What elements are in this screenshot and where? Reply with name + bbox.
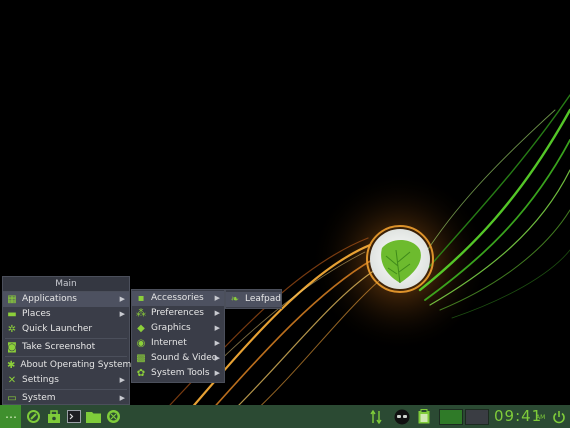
- menu-item-label: System Tools: [151, 368, 210, 378]
- menu-item-label: Internet: [151, 338, 187, 348]
- submenu-arrow-icon: ▶: [119, 376, 125, 384]
- menu-item-preferences[interactable]: ⁂ Preferences ▶: [132, 306, 224, 321]
- monitor-indicator[interactable]: [393, 408, 411, 425]
- file-manager-icon: [86, 412, 101, 423]
- accessories-icon: ▪: [137, 292, 145, 304]
- submenu-arrow-icon: ▶: [214, 369, 220, 377]
- submenu-arrow-icon: ▶: [214, 294, 220, 302]
- clipboard-indicator[interactable]: [416, 408, 432, 425]
- menu-item-sound-video[interactable]: ▩ Sound & Video ▶: [132, 351, 224, 366]
- menu-item-label: Settings: [22, 375, 59, 385]
- start-menu-button[interactable]: ⋯: [0, 405, 21, 428]
- menu-item-label: About Operating System: [20, 360, 132, 370]
- menu-item-leafpad[interactable]: ❧ Leafpad: [226, 292, 281, 307]
- browser-icon: [27, 410, 40, 423]
- menu-item-internet[interactable]: ◉ Internet ▶: [132, 336, 224, 351]
- applications-submenu: ▪ Accessories ▶ ⁂ Preferences ▶ ◆ Graphi…: [131, 289, 225, 383]
- main-menu: Main ▦ Applications ▶ ▬ Places ▶ ✲ Quick…: [2, 276, 132, 406]
- clipboard-icon: [418, 409, 430, 424]
- menu-item-accessories[interactable]: ▪ Accessories ▶: [132, 291, 224, 306]
- menu-item-label: Accessories: [151, 293, 204, 303]
- workspace-1[interactable]: [439, 409, 463, 425]
- menu-item-system-tools[interactable]: ✿ System Tools ▶: [132, 366, 224, 381]
- settings-app-launcher[interactable]: [105, 408, 122, 425]
- power-icon: [552, 410, 565, 423]
- network-arrows-icon: [370, 409, 382, 424]
- menu-separator: [5, 338, 127, 339]
- submenu-arrow-icon: ▶: [119, 295, 125, 303]
- browser-launcher[interactable]: [25, 408, 42, 425]
- submenu-arrow-icon: ▶: [119, 310, 125, 318]
- power-button[interactable]: [550, 408, 567, 425]
- menu-item-quick-launcher[interactable]: ✲ Quick Launcher: [3, 322, 129, 337]
- terminal-launcher[interactable]: [65, 408, 82, 425]
- menu-item-label: Preferences: [151, 308, 204, 318]
- menu-item-take-screenshot[interactable]: ◙ Take Screenshot: [3, 340, 129, 355]
- preferences-icon: ⁂: [136, 307, 146, 319]
- terminal-icon: [66, 410, 81, 423]
- places-folder-icon: ▬: [7, 308, 17, 320]
- menu-item-about-os[interactable]: ✱ About Operating System: [3, 358, 132, 373]
- submenu-arrow-icon: ▶: [214, 354, 220, 362]
- system-tools-icon: ✿: [136, 367, 146, 379]
- menu-item-label: Take Screenshot: [22, 342, 96, 352]
- software-center-icon: [47, 409, 60, 423]
- file-manager-launcher[interactable]: [85, 408, 102, 425]
- network-indicator[interactable]: [368, 408, 384, 425]
- menu-item-graphics[interactable]: ◆ Graphics ▶: [132, 321, 224, 336]
- submenu-arrow-icon: ▶: [214, 324, 220, 332]
- workspace-2[interactable]: [465, 409, 489, 425]
- taskbar: ⋯ 09:41 AM: [0, 405, 570, 428]
- menu-item-system[interactable]: ▭ System ▶: [3, 391, 129, 406]
- menu-item-label: System: [22, 393, 56, 403]
- desktop: Main ▦ Applications ▶ ▬ Places ▶ ✲ Quick…: [0, 0, 570, 428]
- submenu-arrow-icon: ▶: [214, 339, 220, 347]
- menu-item-label: Graphics: [151, 323, 191, 333]
- internet-icon: ◉: [136, 337, 146, 349]
- sound-video-icon: ▩: [136, 352, 146, 364]
- clock-ampm: AM: [536, 414, 546, 421]
- submenu-arrow-icon: ▶: [214, 309, 220, 317]
- menu-separator: [5, 356, 127, 357]
- info-icon: ✱: [7, 359, 16, 371]
- menu-item-label: Applications: [22, 294, 77, 304]
- monitor-face-icon: [394, 409, 410, 424]
- menu-item-label: Leafpad: [244, 294, 281, 304]
- camera-icon: ◙: [7, 341, 17, 353]
- clock[interactable]: 09:41: [494, 407, 542, 425]
- menu-header: Main: [3, 277, 129, 292]
- applications-icon: ▦: [7, 293, 17, 305]
- menu-item-label: Places: [22, 309, 51, 319]
- leafpad-icon: ❧: [230, 293, 240, 305]
- settings-app-icon: [107, 410, 120, 423]
- quick-launcher-icon: ✲: [7, 323, 17, 335]
- menu-item-label: Quick Launcher: [22, 324, 93, 334]
- menu-item-applications[interactable]: ▦ Applications ▶: [3, 292, 129, 307]
- software-center-launcher[interactable]: [45, 408, 62, 425]
- menu-item-places[interactable]: ▬ Places ▶: [3, 307, 129, 322]
- system-icon: ▭: [7, 392, 17, 404]
- menu-item-settings[interactable]: ✕ Settings ▶: [3, 373, 129, 388]
- menu-item-label: Sound & Video: [151, 353, 218, 363]
- graphics-icon: ◆: [137, 322, 145, 334]
- start-menu-icon: ⋯: [5, 409, 17, 424]
- accessories-submenu: ❧ Leafpad: [225, 289, 282, 309]
- menu-separator: [5, 389, 127, 390]
- settings-icon: ✕: [7, 374, 17, 386]
- submenu-arrow-icon: ▶: [119, 394, 125, 402]
